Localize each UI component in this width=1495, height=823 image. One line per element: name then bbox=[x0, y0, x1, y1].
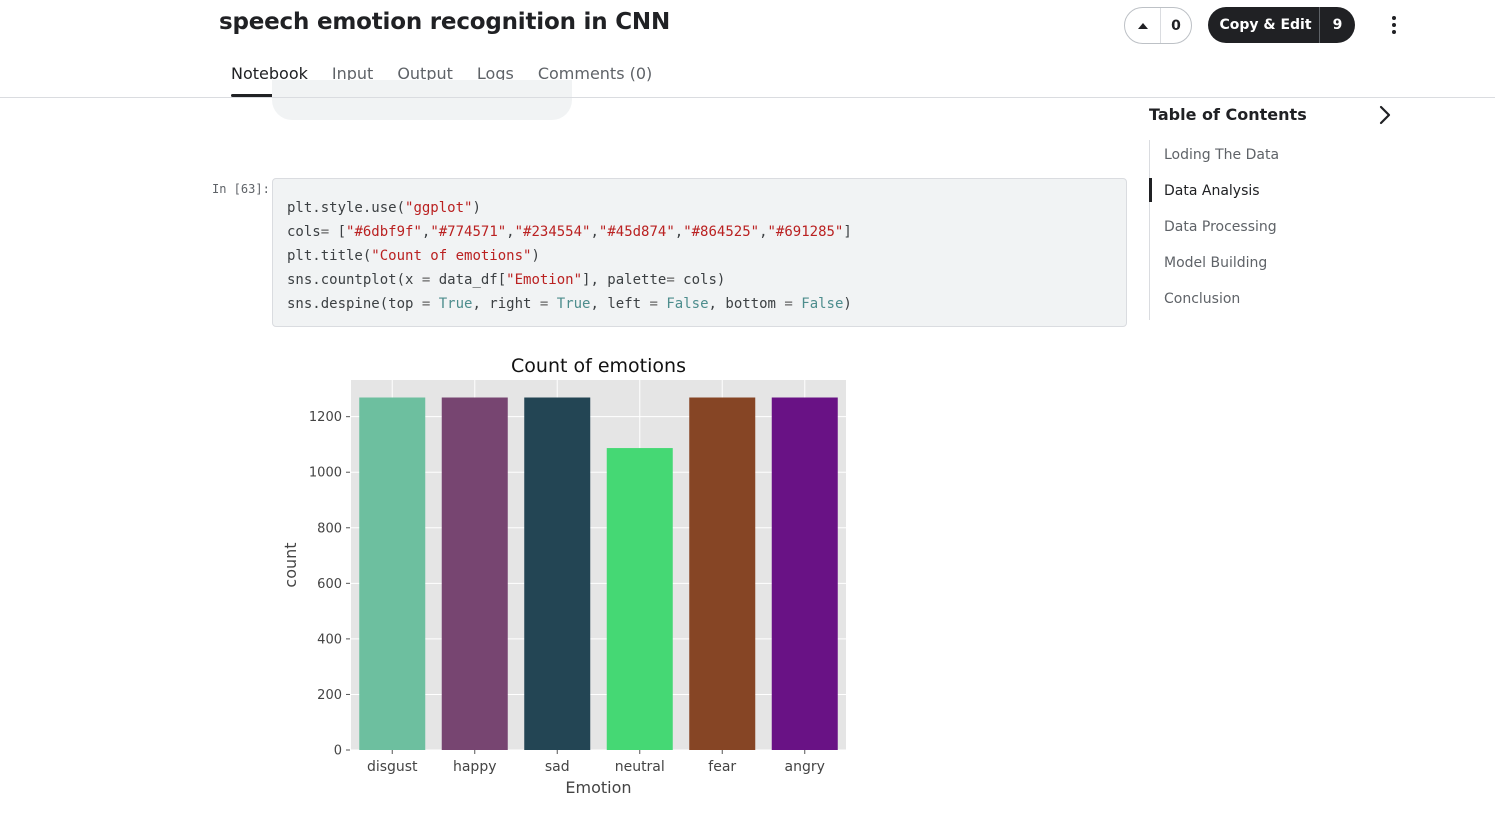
code-line: plt.title("Count of emotions") bbox=[287, 244, 1126, 268]
code-token: "ggplot" bbox=[405, 200, 473, 216]
code-token: , left bbox=[590, 296, 650, 312]
code-token: , bottom bbox=[708, 296, 785, 312]
bar-chart: 0 200 400 600 800 1000 1200 disgust happy sad neut… bbox=[281, 355, 846, 797]
code-token: "#864525" bbox=[683, 224, 760, 240]
chart-title: Count of emotions bbox=[511, 355, 686, 377]
code-token: ] bbox=[843, 224, 852, 240]
x-tick-label: neutral bbox=[615, 759, 665, 775]
y-tick-label: 1000 bbox=[309, 466, 342, 481]
bar-disgust bbox=[359, 397, 426, 750]
code-token: True bbox=[556, 296, 591, 312]
code-line: sns.despine(top = True, right = True, le… bbox=[287, 292, 1126, 316]
code-token: "Count of emotions" bbox=[371, 248, 532, 264]
cell-prompt: In [63]: bbox=[212, 182, 270, 196]
bar-fear bbox=[689, 397, 756, 750]
y-axis-label: count bbox=[281, 542, 300, 587]
toc-list: Loding The Data Data Analysis Data Proce… bbox=[1149, 140, 1389, 320]
code-token: False bbox=[801, 296, 844, 312]
toc-item-data-processing[interactable]: Data Processing bbox=[1150, 212, 1389, 248]
more-vert-icon bbox=[1392, 16, 1396, 20]
y-tick-label: 800 bbox=[317, 521, 342, 536]
copy-edit-count: 9 bbox=[1319, 7, 1355, 43]
code-token: ], palette bbox=[582, 272, 667, 288]
code-token: = bbox=[784, 296, 793, 312]
code-token: , bbox=[590, 224, 599, 240]
code-token: "#774571" bbox=[430, 224, 507, 240]
caret-up-icon bbox=[1137, 22, 1148, 29]
code-line: plt.style.use("ggplot") bbox=[287, 196, 1126, 220]
y-tick-label: 400 bbox=[317, 632, 342, 647]
bar-neutral bbox=[606, 448, 673, 750]
code-token: = bbox=[666, 272, 675, 288]
y-tick-label: 0 bbox=[334, 744, 342, 759]
code-token: ) bbox=[843, 296, 852, 312]
code-token: "#691285" bbox=[767, 224, 844, 240]
code-token: = bbox=[649, 296, 658, 312]
notebook-title: speech emotion recognition in CNN bbox=[219, 9, 670, 35]
x-tick-label: sad bbox=[545, 759, 570, 775]
code-token: plt.title( bbox=[287, 248, 372, 264]
chevron-right-icon[interactable] bbox=[1376, 104, 1394, 126]
copy-edit-button[interactable]: Copy & Edit 9 bbox=[1208, 7, 1355, 43]
code-token: "#45d874" bbox=[598, 224, 675, 240]
bar-sad bbox=[524, 397, 591, 750]
code-token: "Emotion" bbox=[506, 272, 583, 288]
code-token: , bbox=[759, 224, 768, 240]
code-line: sns.countplot(x = data_df["Emotion"], pa… bbox=[287, 268, 1126, 292]
toc-item-model-building[interactable]: Model Building bbox=[1150, 248, 1389, 284]
code-token: , bbox=[674, 224, 684, 240]
vote-count: 0 bbox=[1171, 17, 1181, 34]
toc-title: Table of Contents bbox=[1149, 105, 1307, 124]
code-line: cols= ["#6dbf9f","#774571","#234554","#4… bbox=[287, 220, 1126, 244]
y-tick-label: 1200 bbox=[309, 410, 342, 425]
toc-item-conclusion[interactable]: Conclusion bbox=[1150, 284, 1389, 320]
code-token: cols) bbox=[674, 272, 726, 288]
more-options-button[interactable] bbox=[1384, 12, 1404, 38]
upvote-button[interactable] bbox=[1125, 8, 1161, 43]
code-token: [ bbox=[329, 224, 347, 240]
code-token: = bbox=[320, 224, 330, 240]
bar-angry bbox=[771, 397, 838, 750]
code-token: True bbox=[438, 296, 473, 312]
code-token: False bbox=[666, 296, 709, 312]
y-tick-label: 600 bbox=[317, 577, 342, 592]
tabs-divider bbox=[0, 97, 1495, 98]
x-tick-label: fear bbox=[708, 759, 736, 775]
code-token: plt.style.use( bbox=[287, 200, 406, 216]
x-axis-label: Emotion bbox=[565, 778, 631, 797]
code-token: sns.despine(top bbox=[287, 296, 422, 312]
y-tick-label: 200 bbox=[317, 688, 342, 703]
code-token: "#6dbf9f" bbox=[346, 224, 422, 240]
previous-cell-output bbox=[272, 80, 572, 120]
code-token: cols bbox=[287, 224, 321, 240]
x-tick-label: happy bbox=[453, 759, 497, 775]
code-token: , bbox=[506, 224, 515, 240]
code-cell[interactable]: plt.style.use("ggplot") cols= ["#6dbf9f",… bbox=[272, 178, 1127, 327]
upvote-group: 0 bbox=[1124, 7, 1192, 44]
x-tick-label: angry bbox=[785, 759, 825, 775]
code-token: "#234554" bbox=[514, 224, 591, 240]
code-token: ) bbox=[472, 200, 481, 216]
toc-item-loding-the-data[interactable]: Loding The Data bbox=[1150, 140, 1389, 176]
x-tick-label: disgust bbox=[367, 759, 418, 775]
code-token: ) bbox=[531, 248, 540, 264]
bar-happy bbox=[441, 397, 508, 750]
toc-item-data-analysis[interactable]: Data Analysis bbox=[1149, 176, 1389, 212]
code-token: , right bbox=[472, 296, 540, 312]
code-token: sns.countplot(x bbox=[287, 272, 422, 288]
code-token: data_df[ bbox=[430, 272, 507, 288]
copy-edit-label: Copy & Edit bbox=[1219, 17, 1312, 33]
chart-output: 0 200 400 600 800 1000 1200 disgust happy sad neut… bbox=[270, 345, 860, 815]
